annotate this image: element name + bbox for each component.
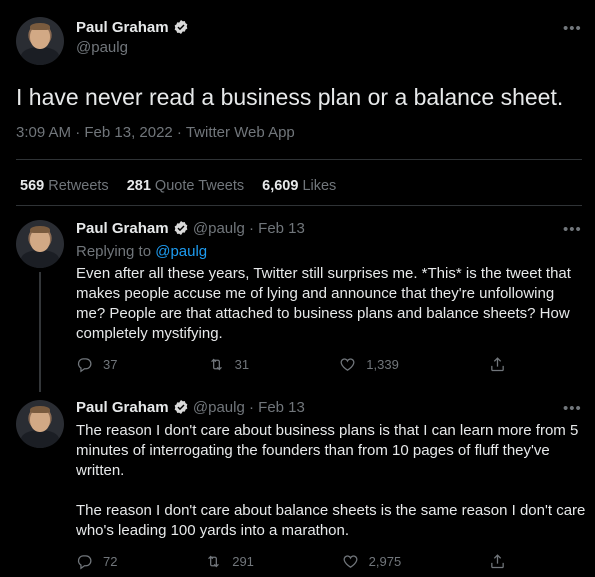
avatar[interactable] [16,17,64,65]
author-name[interactable]: Paul Graham [76,19,169,36]
reply-text: The reason I don't care about business p… [76,422,579,479]
tweet-timestamp[interactable]: 3:09 AM · Feb 13, 2022 · Twitter Web App [16,124,295,141]
separator-dot: · [249,399,254,416]
verified-badge-icon [174,20,188,34]
tweet-stats: 569 Retweets 281 Quote Tweets 6,609 Like… [20,178,336,194]
reply-text: The reason I don't care about balance sh… [76,502,586,539]
retweet-count: 291 [232,554,254,569]
share-icon [491,357,504,372]
author-name[interactable]: Paul Graham [76,220,169,237]
retweet-count: 31 [234,357,250,372]
likes-count: 6,609 [262,178,299,194]
retweet-button[interactable]: 31 [208,356,249,373]
share-button[interactable] [489,356,506,373]
verified-badge-icon [174,221,188,235]
reply-button[interactable]: 37 [76,356,117,373]
retweets-count: 569 [20,178,45,194]
thread-line [39,272,41,392]
quotes-label: Quote Tweets [154,178,245,194]
tweet-text: I have never read a business plan or a b… [16,84,564,110]
retweets-label: Retweets [48,178,109,194]
replying-label: Replying to [76,243,152,260]
divider [16,205,582,206]
reply-date[interactable]: Feb 13 [258,220,305,237]
replying-to-link[interactable]: @paulg [155,243,207,260]
like-count: 1,339 [366,357,399,372]
likes-stat[interactable]: 6,609 Likes [262,178,336,194]
reply-header: Paul Graham @paulg · Feb 13 [76,220,305,237]
reply-header: Paul Graham @paulg · Feb 13 [76,399,305,416]
reply-icon [77,358,92,373]
retweet-icon [210,358,222,371]
likes-label: Likes [302,178,337,194]
author-handle[interactable]: @paulg [193,399,245,416]
author-name[interactable]: Paul Graham [76,399,169,416]
like-button[interactable]: 2,975 [342,553,402,570]
reply-count: 37 [103,357,118,372]
author-handle[interactable]: @paulg [76,39,128,56]
more-dots-icon[interactable]: ••• [563,221,582,238]
author-block: Paul Graham [76,19,189,36]
more-dots-icon[interactable]: ••• [563,20,582,37]
divider [16,159,582,160]
more-dots-icon[interactable]: ••• [563,400,582,417]
author-handle[interactable]: @paulg [193,220,245,237]
heart-icon [343,555,358,568]
reply-count: 72 [103,554,118,569]
share-icon [491,554,504,569]
quotes-stat[interactable]: 281 Quote Tweets [127,178,244,194]
avatar[interactable] [16,220,64,268]
avatar[interactable] [16,400,64,448]
verified-badge-icon [174,400,188,414]
reply-text: Even after all these years, Twitter stil… [76,265,571,342]
reply-button[interactable]: 72 [76,553,117,570]
share-button[interactable] [489,553,506,570]
retweets-stat[interactable]: 569 Retweets [20,178,109,194]
replying-to: Replying to @paulg [76,243,207,260]
action-bar: 37 31 1,339 [76,356,506,373]
like-count: 2,975 [368,554,402,569]
retweet-button[interactable]: 291 [205,553,254,570]
separator-dot: · [249,220,254,237]
quotes-count: 281 [126,178,151,194]
reply-icon [77,555,92,570]
retweet-icon [208,555,220,568]
action-bar: 72 291 2,975 [76,553,506,570]
heart-icon [340,358,355,371]
like-button[interactable]: 1,339 [339,356,399,373]
reply-date[interactable]: Feb 13 [258,399,305,416]
